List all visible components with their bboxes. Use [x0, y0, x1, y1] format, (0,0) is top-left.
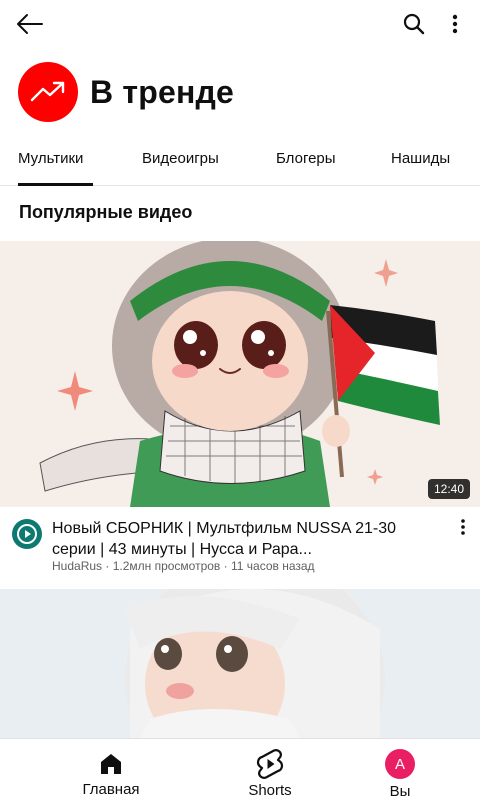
nav-shorts-label: Shorts	[248, 782, 292, 799]
search-button[interactable]	[396, 6, 432, 42]
page-title: В тренде	[90, 73, 235, 110]
section-title: Популярные видео	[19, 202, 193, 222]
channel-avatar[interactable]	[12, 519, 42, 549]
active-tab-indicator	[18, 183, 93, 186]
nav-you[interactable]: A Вы	[372, 739, 428, 812]
back-button[interactable]	[10, 6, 50, 42]
page-header: В тренде	[18, 62, 234, 122]
tab-bloggers[interactable]: Блогеры	[276, 150, 336, 167]
user-avatar: A	[385, 749, 415, 779]
home-icon	[101, 754, 121, 774]
more-options-button[interactable]	[440, 6, 470, 42]
thumbnail-illustration	[0, 241, 480, 507]
nav-home-label: Главная	[82, 781, 140, 798]
category-tabs: Мультики Видеоигры Блогеры Нашиды	[0, 140, 480, 186]
top-app-bar	[0, 0, 480, 48]
video-thumbnail[interactable]: 12:40	[0, 241, 480, 507]
video-info: Новый СБОРНИК | Мультфильм NUSSA 21-30 с…	[0, 507, 480, 587]
shorts-icon	[256, 749, 284, 779]
nav-you-label: Вы	[389, 783, 411, 800]
video-metadata: HudaRus · 1.2млн просмотров · 11 часов н…	[52, 559, 315, 573]
tab-videogames[interactable]: Видеоигры	[142, 150, 219, 167]
nav-shorts[interactable]: Shorts	[230, 739, 310, 812]
video-duration-badge: 12:40	[427, 479, 470, 499]
more-vert-icon	[461, 519, 465, 535]
more-vert-icon	[452, 14, 458, 34]
video-title[interactable]: Новый СБОРНИК | Мультфильм NUSSA 21-30 с…	[52, 518, 412, 560]
nav-home[interactable]: Главная	[70, 739, 152, 812]
tab-cartoons[interactable]: Мультики	[18, 150, 83, 167]
video-more-button[interactable]	[452, 519, 474, 541]
bottom-navigation: Главная Shorts A Вы	[0, 738, 480, 812]
trending-badge	[18, 62, 78, 122]
tab-nasheeds[interactable]: Нашиды	[391, 150, 450, 167]
trending-icon	[30, 81, 65, 102]
channel-logo-icon	[17, 524, 37, 544]
search-icon	[403, 13, 425, 35]
thumbnail-illustration	[0, 589, 480, 739]
back-arrow-icon	[17, 14, 43, 34]
video-thumbnail[interactable]	[0, 589, 480, 739]
